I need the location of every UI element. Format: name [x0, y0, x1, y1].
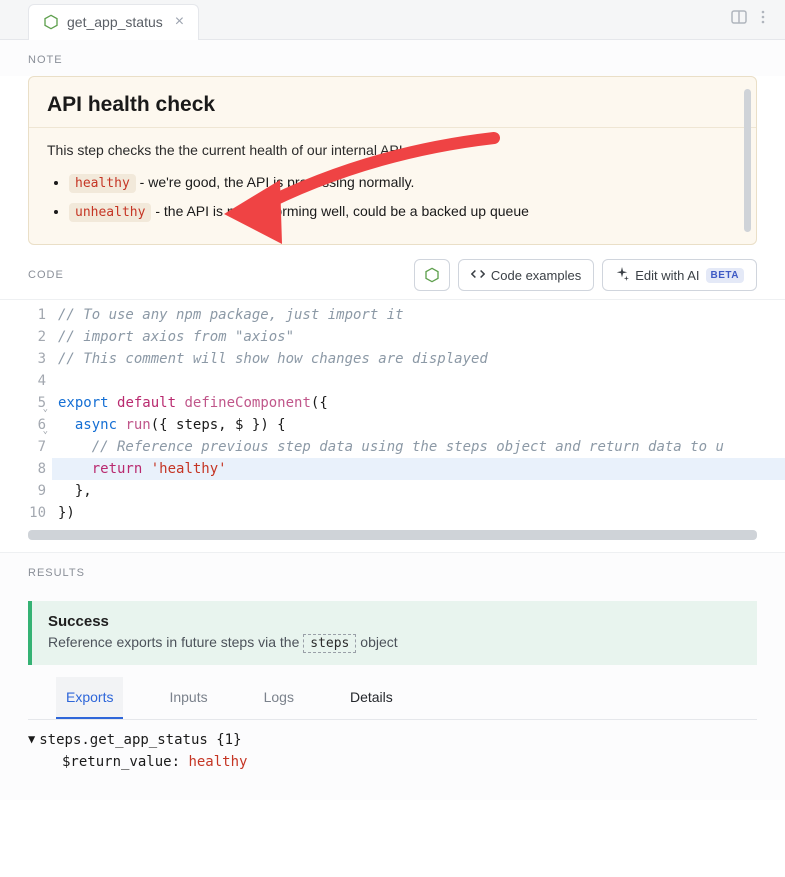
nodejs-icon: [43, 14, 59, 30]
tab-actions: [731, 9, 785, 30]
code-icon: [471, 267, 485, 284]
close-icon[interactable]: ×: [175, 13, 184, 31]
disclosure-triangle-icon[interactable]: ▼: [28, 732, 35, 746]
list-item: unhealthy - the API is not performing we…: [69, 197, 738, 226]
tab-get-app-status[interactable]: get_app_status ×: [28, 4, 199, 40]
code-section-label: CODE: [28, 269, 64, 281]
list-item: healthy - we're good, the API is process…: [69, 168, 738, 197]
note-list: healthy - we're good, the API is process…: [29, 162, 756, 230]
exports-root[interactable]: ▼steps.get_app_status {1}: [28, 732, 757, 748]
note-panel: API health check This step checks the th…: [28, 76, 757, 245]
split-view-icon[interactable]: [731, 9, 747, 30]
note-scrollbar[interactable]: [744, 89, 751, 232]
code-body[interactable]: // To use any npm package, just import i…: [52, 304, 785, 524]
code-examples-button[interactable]: Code examples: [458, 259, 594, 291]
tab-details[interactable]: Details: [340, 677, 403, 719]
results-section-label: RESULTS: [0, 553, 785, 589]
success-subtitle: Reference exports in future steps via th…: [48, 634, 741, 653]
success-banner: Success Reference exports in future step…: [28, 601, 757, 665]
result-tabs: Exports Inputs Logs Details: [28, 677, 757, 720]
code-editor[interactable]: 1 2 3 4 5⌄ 6⌄ 7 8 9 10 // To use any npm…: [0, 299, 785, 524]
code-unhealthy: unhealthy: [69, 203, 151, 222]
note-title[interactable]: API health check: [29, 77, 756, 128]
tab-exports[interactable]: Exports: [56, 677, 123, 719]
code-healthy: healthy: [69, 174, 136, 193]
note-section-label: NOTE: [0, 40, 785, 76]
nodejs-button[interactable]: [414, 259, 450, 291]
success-title: Success: [48, 613, 741, 630]
sparkle-icon: [615, 267, 629, 284]
exports-body: ▼steps.get_app_status {1} $return_value:…: [0, 720, 785, 800]
edit-with-ai-button[interactable]: Edit with AI BETA: [602, 259, 757, 291]
kebab-menu-icon[interactable]: [755, 9, 771, 30]
return-value-row[interactable]: $return_value: healthy: [28, 754, 757, 770]
code-header: CODE Code examples Edit with AI BETA: [0, 259, 785, 299]
tab-title: get_app_status: [67, 14, 163, 30]
steps-chip: steps: [303, 634, 356, 653]
tab-logs[interactable]: Logs: [254, 677, 304, 719]
results-section: RESULTS Success Reference exports in fut…: [0, 552, 785, 800]
note-description[interactable]: This step checks the the current health …: [29, 128, 756, 162]
tab-inputs[interactable]: Inputs: [159, 677, 217, 719]
tab-bar: get_app_status ×: [0, 0, 785, 40]
beta-badge: BETA: [706, 268, 744, 283]
horizontal-scrollbar[interactable]: [28, 530, 757, 540]
line-gutter: 1 2 3 4 5⌄ 6⌄ 7 8 9 10: [0, 304, 52, 524]
